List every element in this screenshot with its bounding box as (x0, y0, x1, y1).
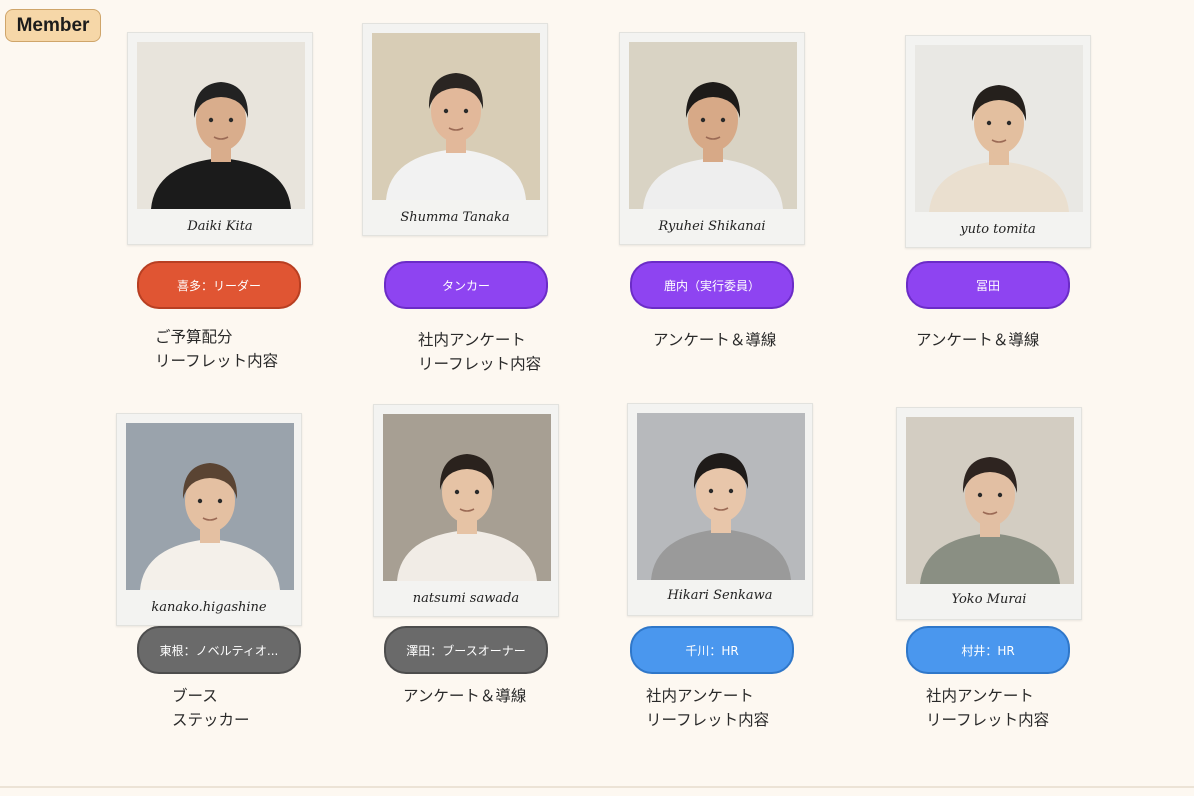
portrait-image (126, 423, 294, 590)
member-duties: アンケート＆導線 (916, 328, 1039, 352)
member-photo (915, 45, 1083, 212)
duty-item: 社内アンケート (418, 331, 526, 349)
member-photo (383, 414, 551, 581)
duty-item: リーフレット内容 (646, 711, 770, 729)
duty-item: 社内アンケート (926, 687, 1034, 705)
portrait-image (629, 42, 797, 209)
role-button-hr-senkawa[interactable]: 千川：HR (630, 626, 794, 674)
role-button-booth-owner[interactable]: 澤田：ブースオーナー (384, 626, 548, 674)
member-duties: アンケート＆導線 (403, 684, 526, 708)
member-card-hikari-senkawa: Hikari Senkawa (627, 403, 813, 616)
portrait-image (137, 42, 305, 209)
member-duties: 社内アンケート リーフレット内容 (646, 684, 769, 732)
member-name: Hikari Senkawa (667, 588, 773, 603)
duty-item: ご予算配分 (155, 328, 233, 346)
duty-item: リーフレット内容 (418, 355, 542, 373)
duty-item: アンケート＆導線 (653, 331, 777, 349)
member-photo (372, 33, 540, 200)
duty-item: リーフレット内容 (155, 352, 279, 370)
portrait-image (906, 417, 1074, 584)
role-button-tanker[interactable]: タンカー (384, 261, 548, 309)
member-card-ryuhei-shikanai: Ryuhei Shikanai (619, 32, 805, 245)
divider (0, 786, 1194, 788)
member-card-yuto-tomita: yuto tomita (905, 35, 1091, 248)
member-photo (126, 423, 294, 590)
member-duties: 社内アンケート リーフレット内容 (418, 328, 541, 376)
duty-item: アンケート＆導線 (916, 331, 1040, 349)
member-name: yuto tomita (960, 222, 1036, 237)
member-duties: ブース ステッカー (172, 684, 250, 732)
member-card-kanako-higashine: kanako.higashine (116, 413, 302, 626)
member-name: Shumma Tanaka (400, 210, 510, 225)
member-card-daiki-kita: Daiki Kita (127, 32, 313, 245)
member-duties: ご予算配分 リーフレット内容 (155, 325, 278, 373)
portrait-image (383, 414, 551, 581)
member-name: Daiki Kita (187, 219, 253, 234)
member-photo (637, 413, 805, 580)
member-card-yoko-murai: Yoko Murai (896, 407, 1082, 620)
portrait-image (915, 45, 1083, 212)
duty-item: アンケート＆導線 (403, 687, 527, 705)
duty-item: ステッカー (172, 711, 250, 729)
portrait-image (372, 33, 540, 200)
member-photo (906, 417, 1074, 584)
member-name: kanako.higashine (151, 600, 267, 615)
duty-item: リーフレット内容 (926, 711, 1050, 729)
member-name: Yoko Murai (951, 592, 1027, 607)
duty-item: ブース (172, 687, 218, 705)
member-board: Member Daiki Kita 喜多：リーダー ご予算配分 リーフレット内容… (0, 0, 1194, 796)
member-card-shumma-tanaka: Shumma Tanaka (362, 23, 548, 236)
member-photo (137, 42, 305, 209)
duty-item: 社内アンケート (646, 687, 754, 705)
role-button-novelty[interactable]: 東根：ノベルティオ... (137, 626, 301, 674)
member-tag: Member (5, 9, 101, 42)
role-button-hr-murai[interactable]: 村井：HR (906, 626, 1070, 674)
member-duties: アンケート＆導線 (653, 328, 776, 352)
role-button-committee[interactable]: 鹿内（実行委員） (630, 261, 794, 309)
member-card-natsumi-sawada: natsumi sawada (373, 404, 559, 617)
member-name: Ryuhei Shikanai (658, 219, 766, 234)
member-photo (629, 42, 797, 209)
member-duties: 社内アンケート リーフレット内容 (926, 684, 1049, 732)
member-name: natsumi sawada (412, 591, 520, 606)
portrait-image (637, 413, 805, 580)
role-button-tomita[interactable]: 冨田 (906, 261, 1070, 309)
role-button-leader[interactable]: 喜多：リーダー (137, 261, 301, 309)
